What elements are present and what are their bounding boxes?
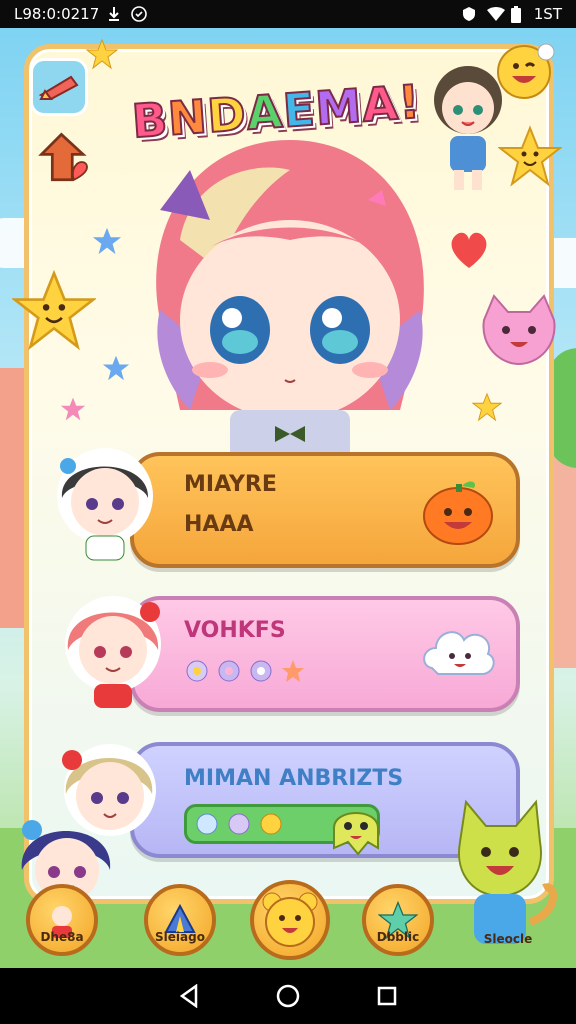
notification-icon (131, 6, 148, 22)
critter-icon (228, 813, 250, 835)
pink-cat-icon (482, 294, 556, 366)
nav-label-rewards: Dbblic (376, 930, 420, 944)
home-nav-icon[interactable] (275, 983, 301, 1009)
download-icon (107, 6, 123, 22)
cloud-icon (423, 631, 495, 675)
title-letter: M (313, 77, 365, 136)
menu-card-2-icons (184, 658, 306, 684)
bear-face-icon (262, 892, 318, 947)
menu-card-2[interactable]: VOHKFS (130, 596, 520, 712)
back-nav-icon[interactable] (178, 984, 200, 1008)
title-letter: ! (396, 73, 424, 130)
flower-icon (250, 660, 272, 682)
up-arrow-icon (38, 132, 88, 182)
title-letter: A (359, 75, 401, 133)
flower-icon (218, 660, 240, 682)
status-bar: L98:0:0217 1ST (0, 0, 576, 28)
ghost-icon (333, 812, 379, 856)
flower-icon (282, 660, 304, 682)
avatar-girl-icon (65, 596, 161, 708)
nav-label-profile: Dhe8a (40, 930, 84, 944)
small-star-icon (102, 355, 130, 381)
nav-button-camp[interactable]: Sleiago (144, 884, 216, 956)
battery-icon (510, 6, 526, 23)
pumpkin-icon (423, 481, 493, 545)
system-navigation-bar (0, 968, 576, 1024)
heart-icon (451, 232, 487, 268)
small-star-icon (86, 38, 118, 70)
nav-label-settings: Sleocle (483, 932, 533, 946)
back-arrow-icon (38, 75, 79, 101)
status-time: L98:0:0217 (14, 5, 100, 23)
small-star-icon (92, 227, 122, 255)
back-button[interactable] (30, 58, 88, 116)
nav-label-camp: Sleiago (155, 930, 205, 944)
recents-nav-icon[interactable] (376, 985, 398, 1007)
star-face-icon (498, 125, 562, 187)
home-button[interactable] (36, 128, 94, 188)
smiley-emoji-icon (497, 43, 555, 99)
nav-button-settings[interactable]: Sleocle (472, 884, 544, 956)
menu-card-1-subtitle: HAAA (184, 512, 254, 537)
nav-button-home[interactable] (250, 880, 330, 960)
flower-icon (186, 660, 208, 682)
status-right-text: 1ST (533, 5, 562, 23)
menu-card-1-title: MIAYRE (184, 472, 277, 497)
wifi-icon (486, 6, 505, 22)
menu-card-2-title: VOHKFS (184, 618, 286, 643)
hero-character (156, 140, 424, 460)
small-star-icon (60, 397, 86, 421)
small-star-icon (472, 392, 502, 422)
avatar-boy-icon (57, 448, 153, 561)
critter-icon (196, 813, 218, 835)
menu-card-3-title: MIMAN ANBRIZTS (184, 766, 404, 791)
critter-icon (260, 813, 282, 835)
menu-card-1[interactable]: MIAYRE HAAA (130, 452, 520, 568)
star-face-icon (12, 269, 96, 351)
nav-button-rewards[interactable]: Dbblic (362, 884, 434, 956)
nav-button-profile[interactable]: Dhe8a (26, 884, 98, 956)
security-icon (462, 6, 478, 22)
